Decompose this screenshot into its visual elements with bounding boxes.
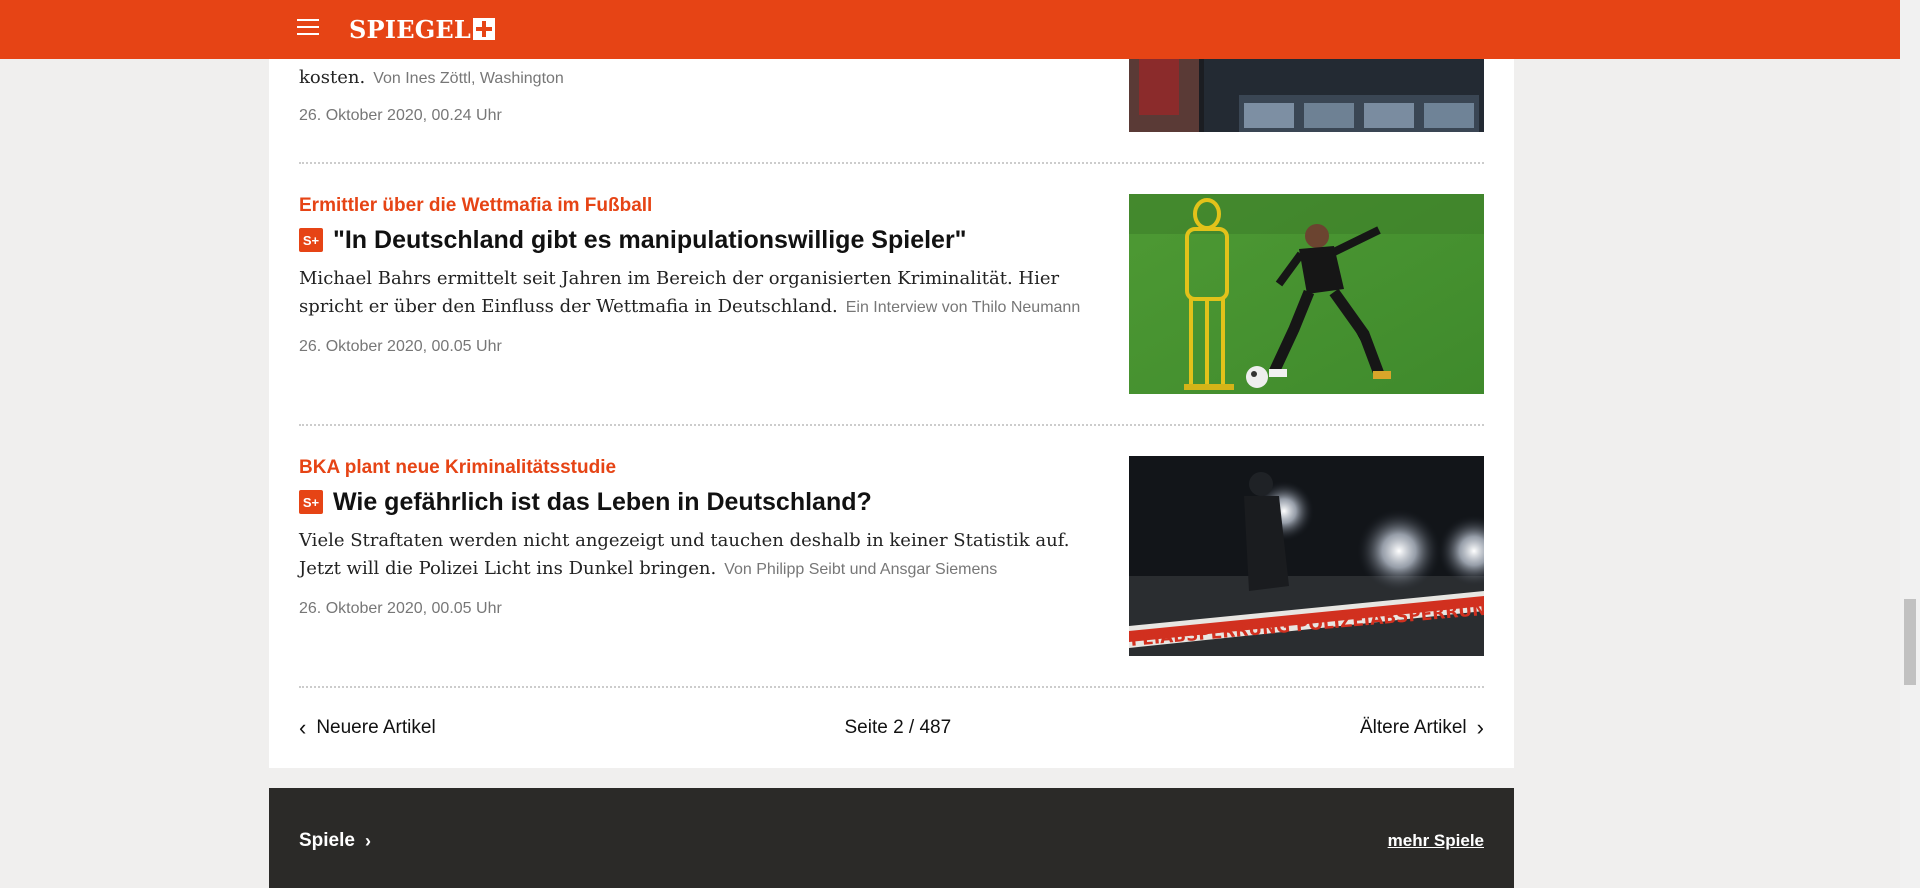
- article-date: 26. Oktober 2020, 00.05 Uhr: [299, 600, 502, 617]
- newer-articles-link[interactable]: ‹ Neuere Artikel: [299, 717, 436, 739]
- games-section: Spiele › mehr Spiele: [269, 788, 1514, 888]
- article-teaser[interactable]: BKA plant neue Kriminalitätsstudie S+ Wi…: [299, 456, 1484, 656]
- article-text: BKA plant neue Kriminalitätsstudie S+ Wi…: [299, 456, 1099, 618]
- chevron-left-icon: ‹: [299, 715, 307, 740]
- page-scrollbar[interactable]: [1900, 0, 1920, 888]
- article-teaser-text: kosten. Von Ines Zöttl, Washington: [299, 64, 1099, 93]
- article-kicker[interactable]: Ermittler über die Wettmafia im Fußball: [299, 194, 1099, 218]
- article-image-graphic: [1129, 55, 1484, 132]
- article-image[interactable]: [1129, 55, 1484, 132]
- page-indicator: Seite 2 / 487: [844, 717, 952, 738]
- spiegel-plus-badge-icon: S+: [299, 228, 323, 252]
- article-date: 26. Oktober 2020, 00.24 Uhr: [299, 107, 502, 124]
- article-author: Von Philipp Seibt und Ansgar Siemens: [724, 561, 998, 578]
- article-image[interactable]: [1129, 194, 1484, 394]
- article-headline[interactable]: S+ Wie gefährlich ist das Leben in Deuts…: [299, 487, 1099, 517]
- older-articles-link[interactable]: Ältere Artikel ›: [1360, 717, 1484, 739]
- spiegel-plus-icon: [472, 18, 495, 40]
- spiegel-plus-logo[interactable]: SPIEGEL: [349, 14, 495, 44]
- article-image-graphic: FEIABSPERRUNG POLIZEIABSPERRUNG: [1129, 456, 1484, 656]
- article-teaser[interactable]: Ermittler über die Wettmafia im Fußball …: [299, 194, 1484, 394]
- teaser-text: kosten.: [299, 67, 366, 88]
- article-date: 26. Oktober 2020, 00.05 Uhr: [299, 338, 502, 355]
- article-text: Ermittler über die Wettmafia im Fußball …: [299, 194, 1099, 356]
- games-title: Spiele: [299, 830, 355, 851]
- article-list: kosten. Von Ines Zöttl, Washington 26. Ok…: [269, 0, 1514, 768]
- chevron-right-icon: ›: [364, 830, 371, 851]
- article-image[interactable]: FEIABSPERRUNG POLIZEIABSPERRUNG: [1129, 456, 1484, 656]
- menu-icon[interactable]: [297, 19, 319, 39]
- top-navigation-bar: SPIEGEL: [0, 0, 1900, 59]
- article-image-graphic: [1129, 194, 1484, 394]
- chevron-right-icon: ›: [1476, 715, 1484, 740]
- spiegel-plus-badge-icon: S+: [299, 490, 323, 514]
- games-heading-link[interactable]: Spiele ›: [299, 830, 371, 852]
- article-author: Ein Interview von Thilo Neumann: [845, 299, 1081, 316]
- newer-articles-label: Neuere Artikel: [316, 717, 436, 738]
- more-games-link[interactable]: mehr Spiele: [1388, 831, 1484, 851]
- article-teaser-text: Viele Straftaten werden nicht angezeigt …: [299, 527, 1099, 584]
- article-author: Von Ines Zöttl, Washington: [373, 70, 564, 87]
- article-headline[interactable]: S+ "In Deutschland gibt es manipulations…: [299, 225, 1099, 255]
- article-text: kosten. Von Ines Zöttl, Washington 26. Ok…: [299, 64, 1099, 125]
- article-divider: [299, 162, 1484, 164]
- article-teaser-text: Michael Bahrs ermittelt seit Jahren im B…: [299, 265, 1099, 322]
- article-kicker[interactable]: BKA plant neue Kriminalitätsstudie: [299, 456, 1099, 480]
- older-articles-label: Ältere Artikel: [1360, 717, 1467, 738]
- article-divider: [299, 686, 1484, 688]
- logo-wordmark: SPIEGEL: [349, 14, 471, 44]
- pagination: ‹ Neuere Artikel Seite 2 / 487 Ältere Ar…: [299, 708, 1484, 748]
- headline-text: "In Deutschland gibt es manipulationswil…: [333, 226, 967, 254]
- article-divider: [299, 424, 1484, 426]
- scrollbar-thumb[interactable]: [1904, 599, 1916, 685]
- headline-text: Wie gefährlich ist das Leben in Deutschl…: [333, 488, 872, 516]
